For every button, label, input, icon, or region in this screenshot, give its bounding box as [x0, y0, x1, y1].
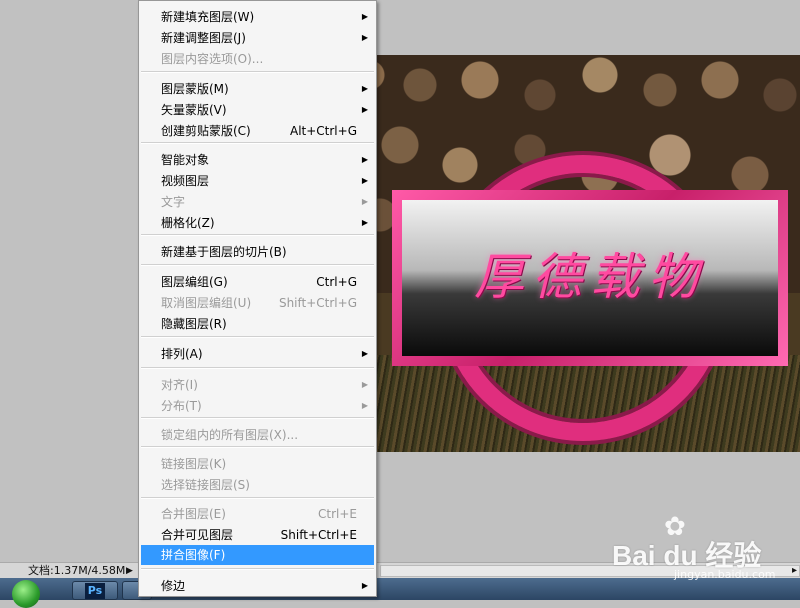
- canvas-plaque-text: 厚德载物: [474, 248, 706, 306]
- menu-item-shortcut: Ctrl+G: [316, 275, 357, 289]
- menu-item: 合并图层(E) Ctrl+E: [141, 504, 374, 524]
- menu-item[interactable]: 新建填充图层(W) ▶: [141, 7, 374, 27]
- menu-separator: [141, 142, 374, 144]
- scroll-right-icon[interactable]: ▸: [792, 563, 797, 579]
- menu-item-label: 图层编组(G): [161, 275, 228, 289]
- menu-item[interactable]: 拼合图像(F): [141, 545, 374, 565]
- submenu-arrow-icon: ▶: [361, 105, 368, 114]
- taskbar-photoshop-button[interactable]: Ps: [72, 581, 118, 600]
- menu-item: 选择链接图层(S): [141, 475, 374, 495]
- menu-item[interactable]: 新建基于图层的切片(B): [141, 242, 374, 262]
- layer-context-menu: 新建填充图层(W) ▶ 新建调整图层(J) ▶ 图层内容选项(O)... 图层蒙版(M) ▶…: [138, 0, 377, 597]
- menu-item-label: 合并可见图层: [161, 528, 234, 542]
- canvas-plaque-inner: 厚德载物: [402, 200, 778, 356]
- menu-item-label: 对齐(I): [161, 378, 198, 392]
- menu-item-label: 新建填充图层(W): [161, 10, 255, 24]
- menu-item-label: 选择链接图层(S): [161, 478, 250, 492]
- menu-item-label: 新建调整图层(J): [161, 31, 246, 45]
- menu-item: 对齐(I) ▶: [141, 375, 374, 395]
- menu-item-label: 合并图层(E): [161, 507, 226, 521]
- submenu-arrow-icon: ▶: [361, 176, 368, 185]
- menu-item[interactable]: 创建剪贴蒙版(C) Alt+Ctrl+G: [141, 121, 374, 141]
- menu-separator: [141, 568, 374, 570]
- start-button[interactable]: [12, 580, 40, 608]
- menu-item[interactable]: 隐藏图层(R): [141, 314, 374, 334]
- menu-separator: [141, 367, 374, 369]
- submenu-arrow-icon: ▶: [361, 33, 368, 42]
- menu-item-label: 链接图层(K): [161, 457, 227, 471]
- menu-item: 分布(T) ▶: [141, 396, 374, 416]
- menu-item-label: 分布(T): [161, 399, 202, 413]
- document-size-info: 文档:1.37M/4.58M: [28, 564, 126, 577]
- menu-item-label: 文字: [161, 195, 186, 209]
- submenu-arrow-icon: ▶: [361, 12, 368, 21]
- submenu-arrow-icon: ▶: [361, 380, 368, 389]
- menu-separator: [141, 336, 374, 338]
- menu-item-label: 图层蒙版(M): [161, 82, 229, 96]
- menu-item-label: 智能对象: [161, 153, 210, 167]
- submenu-arrow-icon: ▶: [361, 581, 368, 590]
- menu-item: 取消图层编组(U) Shift+Ctrl+G: [141, 293, 374, 313]
- menu-item[interactable]: 图层蒙版(M) ▶: [141, 79, 374, 99]
- canvas-plaque: 厚德载物: [392, 190, 788, 366]
- menu-separator: [141, 264, 374, 266]
- menu-separator: [141, 417, 374, 419]
- menu-item-label: 锁定组内的所有图层(X)...: [161, 428, 299, 442]
- submenu-arrow-icon: ▶: [361, 197, 368, 206]
- menu-item[interactable]: 栅格化(Z) ▶: [141, 213, 374, 233]
- menu-item: 文字 ▶: [141, 192, 374, 212]
- menu-item[interactable]: 矢量蒙版(V) ▶: [141, 100, 374, 120]
- menu-item-label: 排列(A): [161, 347, 203, 361]
- submenu-arrow-icon: ▶: [361, 218, 368, 227]
- menu-item[interactable]: 排列(A) ▶: [141, 344, 374, 364]
- menu-item-shortcut: Ctrl+E: [318, 507, 357, 521]
- photoshop-icon: Ps: [85, 583, 105, 599]
- menu-item-shortcut: Alt+Ctrl+G: [289, 124, 357, 138]
- menu-item-label: 取消图层编组(U): [161, 296, 252, 310]
- menu-item: 锁定组内的所有图层(X)...: [141, 425, 374, 445]
- menu-item[interactable]: 视频图层 ▶: [141, 171, 374, 191]
- menu-item[interactable]: 合并可见图层 Shift+Ctrl+E: [141, 525, 374, 545]
- menu-item[interactable]: 图层编组(G) Ctrl+G: [141, 272, 374, 292]
- watermark-url: jingyan.baidu.com: [674, 568, 776, 581]
- menu-item[interactable]: 智能对象 ▶: [141, 150, 374, 170]
- menu-item-label: 拼合图像(F): [161, 548, 226, 562]
- menu-item: 图层内容选项(O)...: [141, 49, 374, 69]
- menu-separator: [141, 71, 374, 73]
- menu-separator: [141, 446, 374, 448]
- menu-item-shortcut: Shift+Ctrl+E: [280, 528, 357, 542]
- document-canvas[interactable]: 厚德载物: [340, 55, 800, 452]
- menu-item-label: 创建剪贴蒙版(C): [161, 124, 251, 138]
- menu-separator: [141, 497, 374, 499]
- menu-item-label: 矢量蒙版(V): [161, 103, 227, 117]
- menu-item-label: 图层内容选项(O)...: [161, 52, 264, 66]
- menu-item-label: 栅格化(Z): [161, 216, 215, 230]
- menu-item-label: 视频图层: [161, 174, 210, 188]
- baidu-watermark: ✿ Bai du 经验 jingyan.baidu.com: [612, 512, 792, 582]
- menu-item-label: 隐藏图层(R): [161, 317, 227, 331]
- menu-item: 链接图层(K): [141, 454, 374, 474]
- menu-item[interactable]: 修边 ▶: [141, 576, 374, 596]
- submenu-arrow-icon: ▶: [361, 401, 368, 410]
- menu-separator: [141, 234, 374, 236]
- submenu-arrow-icon: ▶: [361, 349, 368, 358]
- menu-item-label: 新建基于图层的切片(B): [161, 245, 287, 259]
- menu-item-label: 修边: [161, 579, 186, 593]
- submenu-arrow-icon: ▶: [361, 155, 368, 164]
- status-arrow-icon[interactable]: ▶: [126, 563, 133, 579]
- submenu-arrow-icon: ▶: [361, 84, 368, 93]
- menu-item-shortcut: Shift+Ctrl+G: [278, 296, 357, 310]
- menu-item[interactable]: 新建调整图层(J) ▶: [141, 28, 374, 48]
